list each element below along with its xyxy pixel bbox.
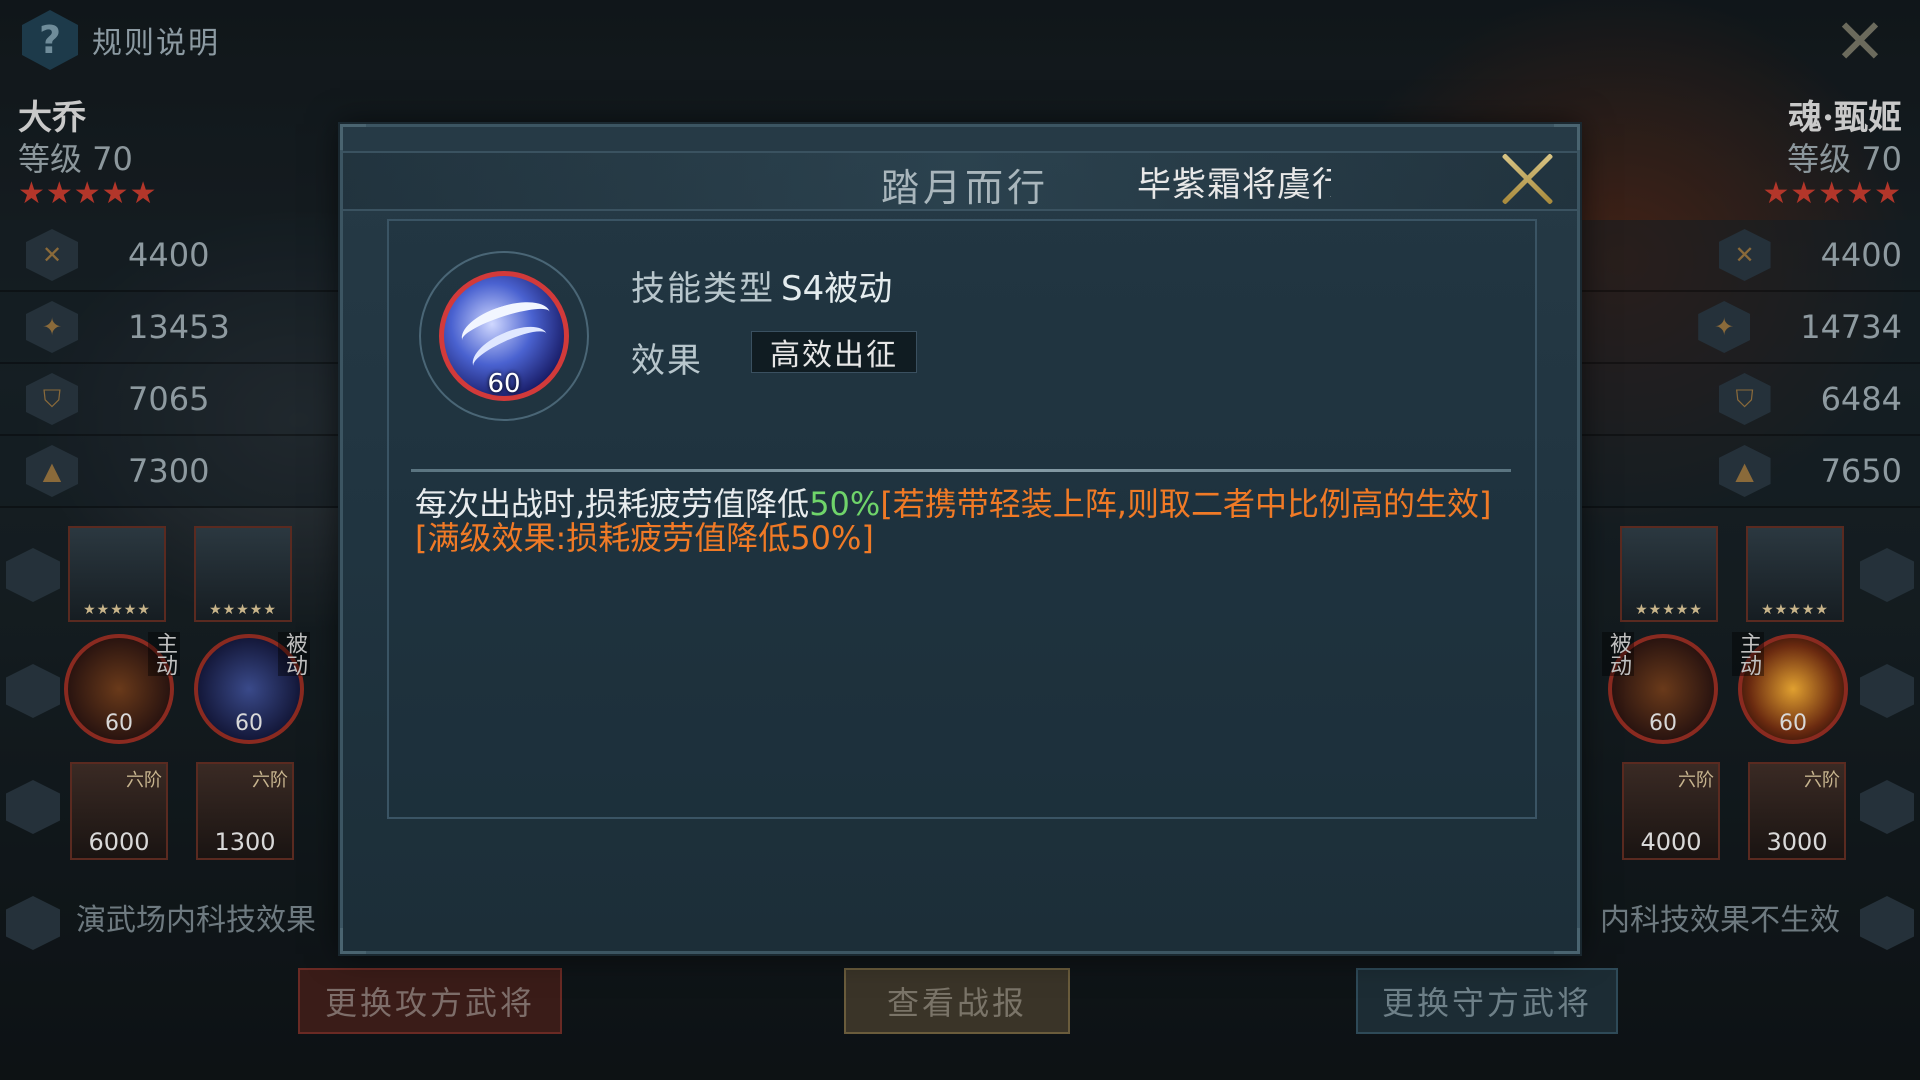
defender-level: 等级 70 (1787, 140, 1902, 178)
skill-level: 60 (487, 369, 521, 399)
defender-skill-slot[interactable]: 被动 60 (1602, 632, 1718, 744)
defender-panel: 魂·甄姬 等级 70 ★★★★★ ✕ 4400 ✦ 14734 ⛉ 6484 ▲… (1580, 90, 1920, 508)
crossed-swords-icon: ✕ (1718, 229, 1771, 281)
question-icon: ? (22, 10, 78, 70)
shield-icon: ⛉ (26, 373, 78, 425)
rules-button[interactable]: ? 规则说明 (22, 10, 220, 70)
attacker-equipment-row: ★★★★★ ★★★★★ (68, 526, 292, 622)
attacker-troop-row: 六阶 6000 六阶 1300 (70, 762, 294, 860)
equipment-slot[interactable]: ★★★★★ (194, 526, 292, 622)
equipment-slot[interactable]: ★★★★★ (1746, 526, 1844, 622)
attacker-skill-slot[interactable]: 主动 60 (64, 632, 180, 744)
change-attacker-button[interactable]: 更换攻方武将 (298, 968, 562, 1034)
general-name: 毕紫霜将虞行 (1137, 165, 1331, 205)
defender-troop-row: 六阶 4000 六阶 3000 (1622, 762, 1846, 860)
skill-detail-modal: 踏月而行 毕紫霜将虞行 60 技能类型 S4被动 效果 高效出征 每次出战时,损… (340, 124, 1580, 954)
effect-value: 高效出征 (751, 331, 917, 373)
view-report-button[interactable]: 查看战报 (844, 968, 1070, 1034)
attacker-stars: ★★★★★ (18, 176, 158, 211)
feather-icon: ✦ (1698, 301, 1751, 353)
frame-corner (340, 928, 366, 954)
skill-description: 每次出战时,损耗疲劳值降低50%[若携带轻装上阵,则取二者中比例高的生效][满级… (415, 485, 1492, 557)
skill-name: 踏月而行 (881, 166, 1050, 210)
divider (411, 469, 1511, 472)
attacker-stat-defense: ⛉ 7065 (0, 364, 340, 436)
attacker-stat-strategy: ✦ 13453 (0, 292, 340, 364)
attacker-stat-attack: ✕ 4400 (0, 220, 340, 292)
equipment-slot[interactable]: ★★★★★ (1620, 526, 1718, 622)
frame-corner (1554, 928, 1580, 954)
feather-icon: ✦ (26, 301, 78, 353)
frame-corner (340, 124, 366, 150)
defender-name: 魂·甄姬 (1788, 98, 1902, 138)
defender-skill-slot[interactable]: 主动 60 (1732, 632, 1848, 744)
attacker-troop-slot[interactable]: 六阶 6000 (70, 762, 168, 860)
equipment-slot[interactable]: ★★★★★ (68, 526, 166, 622)
attacker-panel: 大乔 等级 70 ★★★★★ ✕ 4400 ✦ 13453 ⛉ 7065 ▲ 7… (0, 90, 340, 508)
skill-type-label: 技能类型 (631, 269, 775, 309)
defender-troop-slot[interactable]: 六阶 4000 (1622, 762, 1720, 860)
attacker-level: 等级 70 (18, 140, 133, 178)
defender-stars: ★★★★★ (1762, 176, 1902, 211)
defender-stat-speed: ▲ 7650 (1580, 436, 1920, 508)
attacker-stat-speed: ▲ 7300 (0, 436, 340, 508)
skill-icon-frame: 60 (419, 251, 589, 421)
attacker-troop-slot[interactable]: 六阶 1300 (196, 762, 294, 860)
defender-tech-note: 内科技效果不生效 (1600, 903, 1840, 938)
defender-stat-strategy: ✦ 14734 (1580, 292, 1920, 364)
effect-label: 效果 (631, 341, 703, 381)
defender-troop-slot[interactable]: 六阶 3000 (1748, 762, 1846, 860)
skill-type-value: S4被动 (781, 269, 893, 309)
attacker-tech-note: 演武场内科技效果 (76, 903, 316, 938)
defender-stat-attack: ✕ 4400 (1580, 220, 1920, 292)
shield-icon: ⛉ (1718, 373, 1771, 425)
skill-detail-body: 60 技能类型 S4被动 效果 高效出征 每次出战时,损耗疲劳值降低50%[若携… (387, 219, 1537, 819)
crossed-swords-icon: ✕ (26, 229, 78, 281)
rules-label: 规则说明 (92, 26, 220, 61)
helmet-icon: ▲ (1718, 445, 1771, 497)
attacker-skill-row: 主动 60 被动 60 (64, 632, 310, 744)
change-defender-button[interactable]: 更换守方武将 (1356, 968, 1618, 1034)
defender-stat-defense: ⛉ 6484 (1580, 364, 1920, 436)
defender-skill-row: 被动 60 主动 60 (1602, 632, 1848, 744)
helmet-icon: ▲ (26, 445, 78, 497)
modal-close-icon[interactable] (1495, 147, 1559, 211)
close-icon[interactable]: ✕ (1828, 11, 1892, 76)
attacker-name: 大乔 (18, 98, 86, 138)
attacker-skill-slot[interactable]: 被动 60 (194, 632, 310, 744)
defender-equipment-row: ★★★★★ ★★★★★ (1620, 526, 1844, 622)
